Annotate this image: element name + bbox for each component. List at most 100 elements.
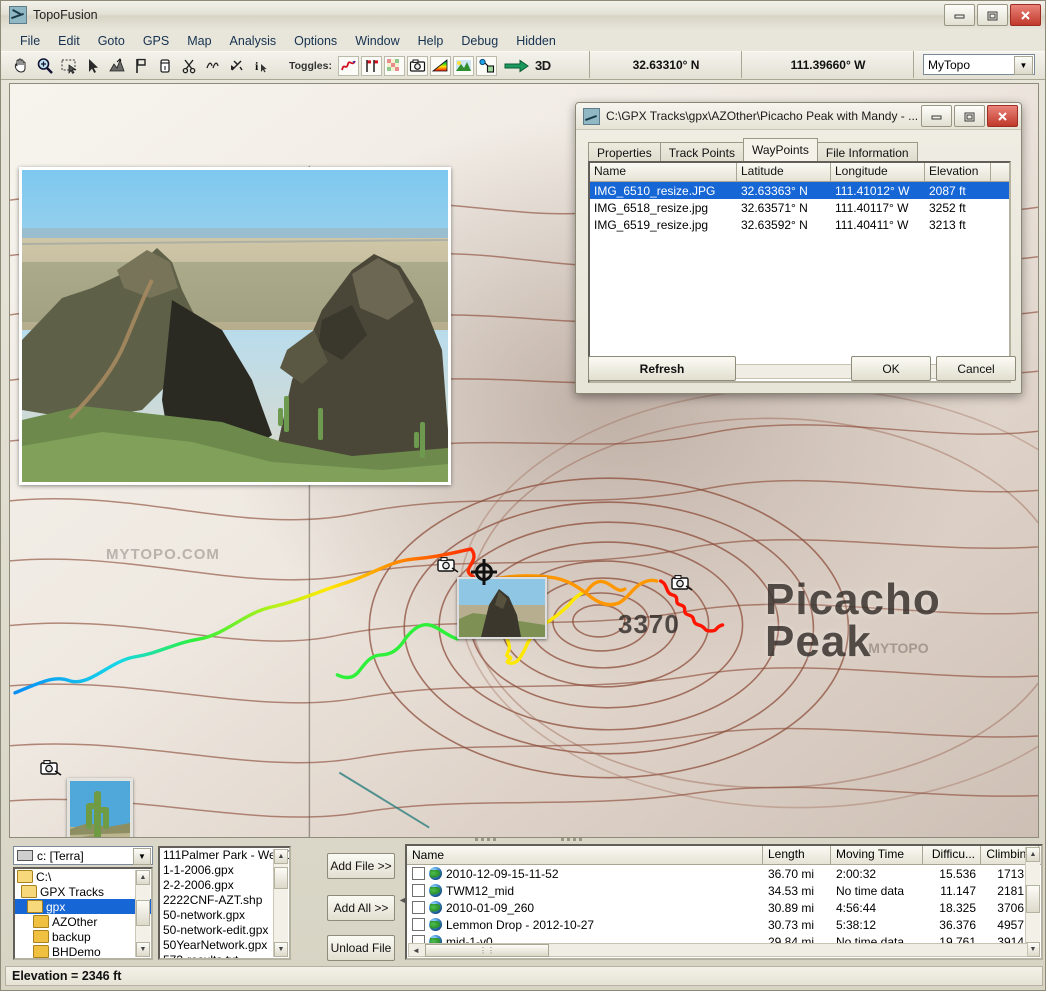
- row-checkbox[interactable]: [412, 918, 425, 931]
- menu-item-map[interactable]: Map: [178, 32, 220, 50]
- scroll-left-arrow-icon[interactable]: ◄: [412, 946, 420, 955]
- list-item[interactable]: 50YearNetwork.gpx: [160, 938, 289, 953]
- zoom-icon[interactable]: [34, 55, 56, 77]
- menu-item-hidden[interactable]: Hidden: [507, 32, 565, 50]
- chevron-down-icon[interactable]: ▼: [133, 848, 151, 865]
- picacho-peak-summit-photo[interactable]: [19, 167, 451, 485]
- waypoints-list[interactable]: Name Latitude Longitude Elevation IMG_65…: [588, 161, 1011, 383]
- table-row[interactable]: IMG_6518_resize.jpg 32.63571° N 111.4011…: [590, 199, 1009, 216]
- scrollbar-thumb[interactable]: [1026, 885, 1040, 913]
- add-all-button[interactable]: Add All >>: [327, 895, 395, 921]
- hillshade-toggle-icon[interactable]: [452, 55, 474, 76]
- peak-rock-thumbnail[interactable]: [457, 577, 547, 639]
- cancel-button[interactable]: Cancel: [936, 356, 1016, 381]
- join-icon[interactable]: [202, 55, 224, 77]
- track-toggle-icon[interactable]: [337, 55, 359, 76]
- list-item[interactable]: 2-2-2006.gpx: [160, 878, 289, 893]
- info-icon[interactable]: i: [250, 55, 272, 77]
- drive-select[interactable]: c: [Terra] ▼: [13, 846, 153, 865]
- tiles-toggle-icon[interactable]: [383, 55, 405, 76]
- list-item[interactable]: 2222CNF-AZT.shp: [160, 893, 289, 908]
- table-row[interactable]: Lemmon Drop - 2012-10-27 30.73 mi 5:38:1…: [407, 916, 1041, 933]
- minimize-button[interactable]: [944, 4, 975, 26]
- tree-item-gpx-tracks[interactable]: GPX Tracks: [15, 884, 151, 899]
- column-header-length[interactable]: Length: [763, 846, 831, 864]
- camera-marker-icon[interactable]: [671, 574, 693, 591]
- column-header-moving-time[interactable]: Moving Time: [831, 846, 923, 864]
- scissors-icon[interactable]: [178, 55, 200, 77]
- view-3d-group[interactable]: 3D: [504, 58, 551, 73]
- tab-track-points[interactable]: Track Points: [659, 142, 744, 163]
- table-row[interactable]: 2010-01-09_260 30.89 mi 4:56:44 18.325 3…: [407, 899, 1041, 916]
- flag-icon[interactable]: [130, 55, 152, 77]
- scroll-up-arrow-icon[interactable]: ▲: [136, 870, 150, 885]
- camera-marker-icon[interactable]: [40, 759, 62, 776]
- table-row[interactable]: IMG_6519_resize.jpg 32.63592° N 111.4041…: [590, 216, 1009, 233]
- list-item[interactable]: 1-1-2006.gpx: [160, 863, 289, 878]
- scroll-up-arrow-icon[interactable]: ▲: [274, 849, 288, 864]
- photo-toggle-icon[interactable]: [406, 55, 428, 76]
- column-header-name[interactable]: Name: [407, 846, 763, 864]
- delete-icon[interactable]: [154, 55, 176, 77]
- menu-item-window[interactable]: Window: [346, 32, 408, 50]
- saguaro-cactus-thumbnail[interactable]: [67, 778, 133, 837]
- column-header-name[interactable]: Name: [590, 163, 737, 181]
- dialog-minimize-button[interactable]: [921, 105, 952, 127]
- tab-waypoints[interactable]: WayPoints: [742, 138, 818, 161]
- close-button[interactable]: [1010, 4, 1041, 26]
- row-checkbox[interactable]: [412, 867, 425, 880]
- dialog-maximize-button[interactable]: [954, 105, 985, 127]
- tree-item-c-drive[interactable]: C:\: [15, 869, 151, 884]
- chevron-down-icon[interactable]: ▼: [1014, 56, 1033, 75]
- refresh-button[interactable]: Refresh: [588, 356, 736, 381]
- column-header-difficulty[interactable]: Difficu...: [923, 846, 981, 864]
- scroll-up-arrow-icon[interactable]: ▲: [1026, 847, 1040, 862]
- collapse-left-arrow-icon[interactable]: ◄: [398, 895, 407, 905]
- column-header-latitude[interactable]: Latitude: [737, 163, 831, 181]
- menu-item-options[interactable]: Options: [285, 32, 346, 50]
- tree-item-gpx[interactable]: gpx: [15, 899, 151, 914]
- tree-item-bhdemo[interactable]: BHDemo: [15, 944, 151, 958]
- maximize-button[interactable]: [977, 4, 1008, 26]
- table-row[interactable]: TWM12_mid 34.53 mi No time data 11.147 2…: [407, 882, 1041, 899]
- file-list[interactable]: 111Palmer Park - Wed Jul... 1-1-2006.gpx…: [158, 846, 291, 960]
- list-item[interactable]: 50-network.gpx: [160, 908, 289, 923]
- pan-hand-icon[interactable]: [10, 55, 32, 77]
- scroll-down-arrow-icon[interactable]: ▼: [136, 942, 150, 957]
- ok-button[interactable]: OK: [851, 356, 931, 381]
- menu-item-help[interactable]: Help: [409, 32, 453, 50]
- menu-item-edit[interactable]: Edit: [49, 32, 89, 50]
- menu-item-goto[interactable]: Goto: [89, 32, 134, 50]
- select-rectangle-icon[interactable]: [58, 55, 80, 77]
- menu-item-debug[interactable]: Debug: [452, 32, 507, 50]
- dialog-close-button[interactable]: [987, 105, 1018, 127]
- list-item[interactable]: 50-network-edit.gpx: [160, 923, 289, 938]
- gps-toggle-icon[interactable]: [475, 55, 497, 76]
- track-horizontal-scrollbar[interactable]: ◄ ⋮⋮: [408, 943, 1028, 957]
- track-list[interactable]: Name Length Moving Time Difficu... Climb…: [405, 844, 1043, 960]
- tab-properties[interactable]: Properties: [588, 142, 661, 163]
- tree-scrollbar[interactable]: ▲ ▼: [135, 870, 150, 957]
- menu-item-analysis[interactable]: Analysis: [221, 32, 286, 50]
- pointer-icon[interactable]: [82, 55, 104, 77]
- gradient-toggle-icon[interactable]: [429, 55, 451, 76]
- tab-file-information[interactable]: File Information: [816, 142, 918, 163]
- table-row[interactable]: 2010-12-09-15-11-52 36.70 mi 2:00:32 15.…: [407, 865, 1041, 882]
- camera-marker-icon[interactable]: [437, 556, 459, 573]
- tree-item-azother[interactable]: AZOther: [15, 914, 151, 929]
- column-header-elevation[interactable]: Elevation: [925, 163, 991, 181]
- list-item[interactable]: 573-results.txt: [160, 953, 289, 958]
- waypoint-toggle-icon[interactable]: [360, 55, 382, 76]
- row-checkbox[interactable]: [412, 884, 425, 897]
- split-icon[interactable]: [226, 55, 248, 77]
- scroll-down-arrow-icon[interactable]: ▼: [1026, 942, 1040, 957]
- unload-file-button[interactable]: Unload File: [327, 935, 395, 961]
- folder-tree[interactable]: C:\ GPX Tracks gpx AZOther backup BHDemo: [13, 867, 153, 960]
- scrollbar-thumb[interactable]: [136, 900, 150, 926]
- menu-item-gps[interactable]: GPS: [134, 32, 178, 50]
- scrollbar-thumb[interactable]: ⋮⋮: [425, 943, 549, 957]
- table-row[interactable]: IMG_6510_resize.JPG 32.63363° N 111.4101…: [590, 182, 1009, 199]
- tree-item-backup[interactable]: backup: [15, 929, 151, 944]
- menu-item-file[interactable]: File: [11, 32, 49, 50]
- scrollbar-thumb[interactable]: [274, 867, 288, 889]
